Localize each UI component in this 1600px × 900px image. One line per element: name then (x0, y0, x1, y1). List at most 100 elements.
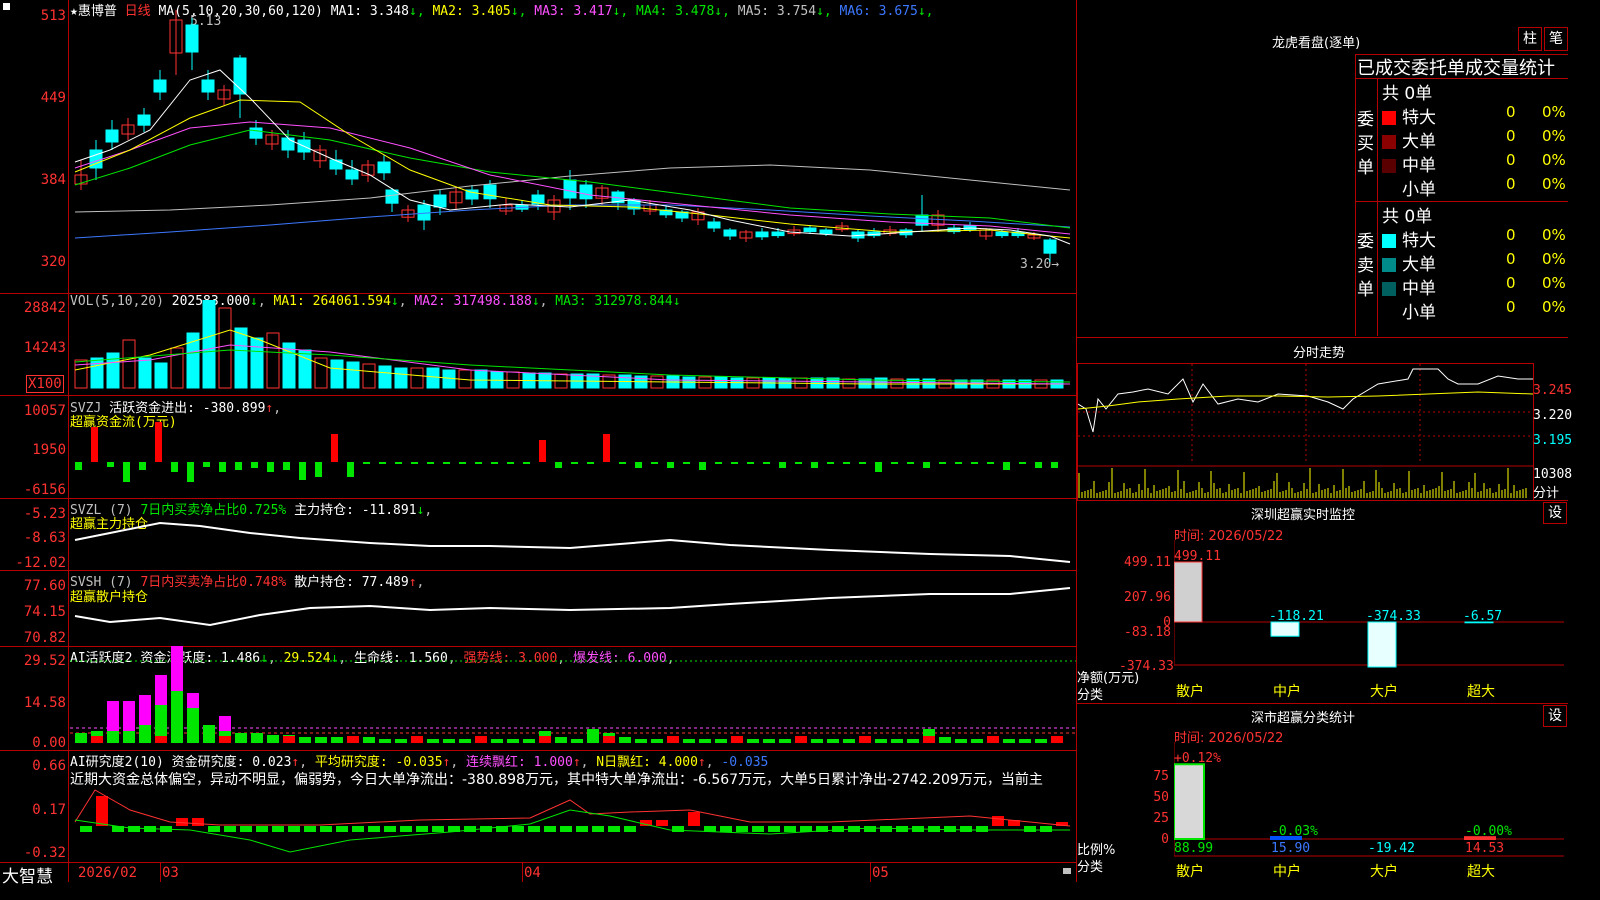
flow-bar (715, 462, 722, 464)
flow-bar (363, 462, 370, 464)
kline-axis-0: 513 (40, 8, 66, 24)
sell-rows: 特大 0 0% 大单 0 0% 中单 0 0% 小单 0 0% (1382, 226, 1568, 323)
research-bar (416, 826, 428, 832)
lock-icon[interactable] (1063, 868, 1071, 874)
classify-top-label: -0.03% (1271, 824, 1318, 839)
volume-bar (346, 361, 360, 389)
candle (995, 231, 1009, 237)
order-type: 中单 (1402, 279, 1436, 299)
volume-bar (874, 377, 888, 389)
research-bar (880, 826, 892, 832)
burst-bar (155, 675, 167, 705)
activity-bar (139, 725, 151, 743)
svzl-axis-2: -12.02 (15, 555, 66, 571)
tick-view-button[interactable]: 笔 (1544, 27, 1568, 51)
right-panel: 龙虎看盘(逐单) 柱 笔 已成交委托单成交量统计 委买单 委卖单 共 0单 特大… (1077, 0, 1572, 882)
date-label-3: 05 (872, 865, 889, 881)
flow-bar (875, 462, 882, 472)
flow-bar (139, 462, 146, 470)
flow-bar (427, 462, 434, 464)
strong-bar (91, 736, 103, 743)
bar-view-button[interactable]: 柱 (1518, 27, 1542, 51)
candle (329, 159, 343, 170)
flow-bar (475, 462, 482, 464)
research-bar (224, 826, 236, 832)
flow-bar (1003, 462, 1010, 470)
activity-bar (763, 739, 775, 743)
activity-bar (235, 733, 247, 743)
ai1-axis-2: 0.00 (32, 735, 66, 751)
flow-bar (379, 462, 386, 464)
candle (563, 179, 577, 199)
candle (707, 221, 721, 229)
volume-bar (298, 349, 312, 389)
order-count: 0 (1506, 250, 1516, 268)
activity-bar (1035, 739, 1047, 743)
monitor-axis-1: 207.96 (1124, 590, 1171, 605)
research-bar (672, 826, 684, 832)
flow-bar (411, 462, 418, 464)
classify-bottom-label: 88.99 (1174, 841, 1213, 856)
order-pct: 0% (1542, 151, 1566, 169)
activity-bar (843, 739, 855, 743)
activity-bar (779, 739, 791, 743)
activity-bar (971, 739, 983, 743)
activity-bar (203, 725, 215, 743)
research-bar (384, 826, 396, 832)
classify-axis-1: 50 (1153, 790, 1169, 805)
strong-bar (1051, 736, 1063, 743)
activity-bar (571, 739, 583, 743)
volume-bar (90, 357, 104, 389)
ai1-chart (70, 646, 1076, 743)
vol-axis-0: 28842 (23, 300, 66, 316)
volume-bar (394, 367, 408, 389)
order-swatch (1382, 306, 1396, 320)
flow-bar (731, 462, 738, 464)
volume-bar (410, 367, 424, 389)
research-bar (528, 826, 540, 832)
classify-settings-button[interactable]: 设 (1543, 705, 1567, 727)
activity-bar (555, 737, 567, 743)
order-swatch (1382, 183, 1396, 197)
intraday-chart-frame[interactable] (1077, 363, 1534, 501)
monitor-bar-label: -6.57 (1463, 609, 1502, 624)
flow-bar (619, 462, 626, 464)
volume-bar (250, 337, 264, 389)
activity-bar (267, 735, 279, 743)
activity-bar (75, 733, 87, 743)
flow-bar (123, 462, 130, 482)
research-bar (1024, 826, 1036, 832)
ai2-axis-2: -0.32 (23, 845, 66, 861)
activity-bar (443, 739, 455, 743)
order-count: 0 (1506, 298, 1516, 316)
flow-bar (651, 462, 658, 464)
flow-bar (187, 462, 194, 482)
research-bar (96, 796, 108, 826)
flow-bar (1035, 462, 1042, 468)
candle (377, 161, 391, 174)
monitor-bar (1174, 561, 1203, 623)
volume-bar (330, 359, 344, 389)
order-count: 0 (1506, 226, 1516, 244)
vol-unit-badge[interactable]: X100 (26, 375, 64, 393)
date-label-1: 03 (162, 865, 179, 881)
kline-chart[interactable] (70, 0, 1076, 293)
order-type: 小单 (1402, 303, 1436, 323)
flow-bar (827, 462, 834, 464)
flow-bar (955, 462, 962, 464)
activity-bar (459, 739, 471, 743)
research-bar (80, 826, 92, 832)
activity-bar (891, 739, 903, 743)
flow-bar (203, 462, 210, 467)
order-row: 中单 0 0% (1382, 274, 1568, 299)
research-bar (256, 826, 268, 832)
order-row: 特大 0 0% (1382, 103, 1568, 128)
chart-area[interactable]: ★惠博普 日线 MA(5,10,20,30,60,120) MA1: 3.348… (0, 0, 1077, 887)
candle (723, 229, 737, 237)
research-bar (272, 826, 284, 832)
volume-bar (154, 362, 168, 389)
buy-rows: 特大 0 0% 大单 0 0% 中单 0 0% 小单 0 0% (1382, 103, 1568, 200)
monitor-settings-button[interactable]: 设 (1543, 502, 1567, 524)
ai1-axis-0: 29.52 (23, 653, 66, 669)
research-bar (512, 826, 524, 832)
